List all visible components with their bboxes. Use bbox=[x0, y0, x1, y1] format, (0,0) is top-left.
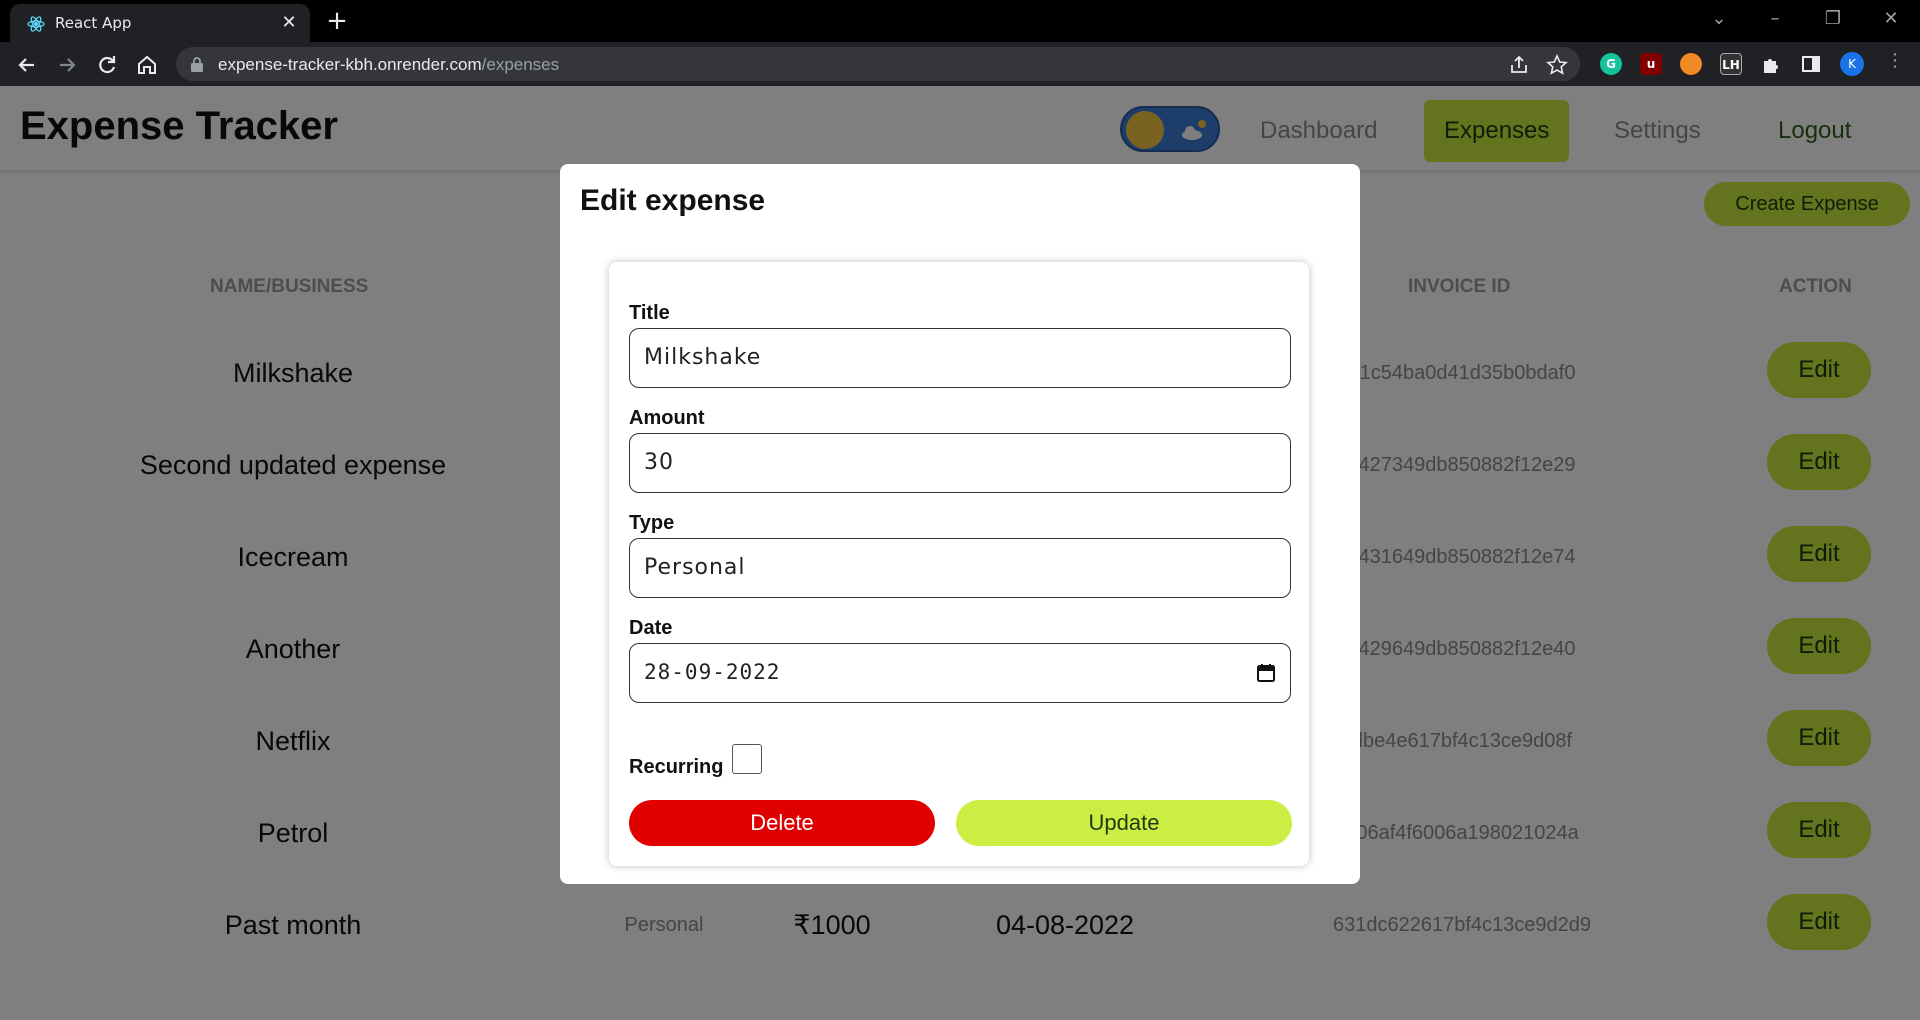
lighthouse-icon[interactable]: LH bbox=[1720, 53, 1742, 75]
update-button[interactable]: Update bbox=[956, 800, 1292, 846]
tab-title: React App bbox=[55, 14, 132, 32]
reload-icon[interactable] bbox=[94, 52, 120, 78]
close-window-icon[interactable]: ✕ bbox=[1876, 8, 1906, 29]
date-input[interactable]: 28-09-2022 bbox=[629, 643, 1291, 703]
profile-avatar[interactable]: K bbox=[1840, 52, 1864, 76]
amount-input[interactable]: 30 bbox=[629, 433, 1291, 493]
new-tab-icon[interactable]: + bbox=[322, 8, 352, 34]
back-icon[interactable] bbox=[14, 52, 40, 78]
title-input[interactable]: Milkshake bbox=[629, 328, 1291, 388]
bookmark-star-icon[interactable] bbox=[1546, 54, 1568, 76]
menu-dots-icon[interactable]: ⋮ bbox=[1880, 50, 1910, 71]
restore-icon[interactable]: ❐ bbox=[1818, 8, 1848, 29]
lock-icon[interactable] bbox=[190, 56, 204, 72]
forward-icon[interactable] bbox=[54, 52, 80, 78]
ublock-icon[interactable]: u bbox=[1640, 53, 1662, 75]
type-label: Type bbox=[629, 512, 675, 534]
browser-tab[interactable]: React App ✕ bbox=[10, 4, 310, 42]
edit-expense-modal: Edit expense Title Milkshake Amount 30 T… bbox=[560, 164, 1360, 884]
recurring-label: Recurring bbox=[629, 756, 724, 778]
type-input[interactable]: Personal bbox=[629, 538, 1291, 598]
title-label: Title bbox=[629, 302, 670, 324]
minimize-icon[interactable]: – bbox=[1760, 8, 1790, 29]
amount-label: Amount bbox=[629, 407, 705, 429]
grammarly-icon[interactable]: G bbox=[1600, 53, 1622, 75]
puzzle-icon[interactable] bbox=[1760, 53, 1782, 75]
home-icon[interactable] bbox=[134, 52, 160, 78]
side-panel-icon[interactable] bbox=[1800, 53, 1822, 75]
share-icon[interactable] bbox=[1508, 54, 1530, 76]
modal-title: Edit expense bbox=[580, 184, 766, 217]
close-tab-icon[interactable]: ✕ bbox=[278, 12, 300, 34]
react-icon bbox=[27, 16, 45, 32]
delete-button[interactable]: Delete bbox=[629, 800, 935, 846]
recurring-checkbox[interactable] bbox=[732, 744, 762, 774]
address-bar[interactable]: expense-tracker-kbh.onrender.com/expense… bbox=[176, 47, 1580, 81]
browser-toolbar: expense-tracker-kbh.onrender.com/expense… bbox=[0, 42, 1920, 86]
tab-search-icon[interactable]: ⌄ bbox=[1704, 8, 1734, 29]
calendar-icon[interactable] bbox=[1256, 663, 1276, 683]
url-text: expense-tracker-kbh.onrender.com/expense… bbox=[218, 55, 560, 74]
date-label: Date bbox=[629, 617, 673, 639]
date-value: 28-09-2022 bbox=[644, 660, 781, 684]
browser-tabbar: React App ✕ + ⌄ – ❐ ✕ bbox=[0, 0, 1920, 42]
expense-form: Title Milkshake Amount 30 Type Personal … bbox=[609, 262, 1309, 866]
extension-icon[interactable] bbox=[1680, 53, 1702, 75]
